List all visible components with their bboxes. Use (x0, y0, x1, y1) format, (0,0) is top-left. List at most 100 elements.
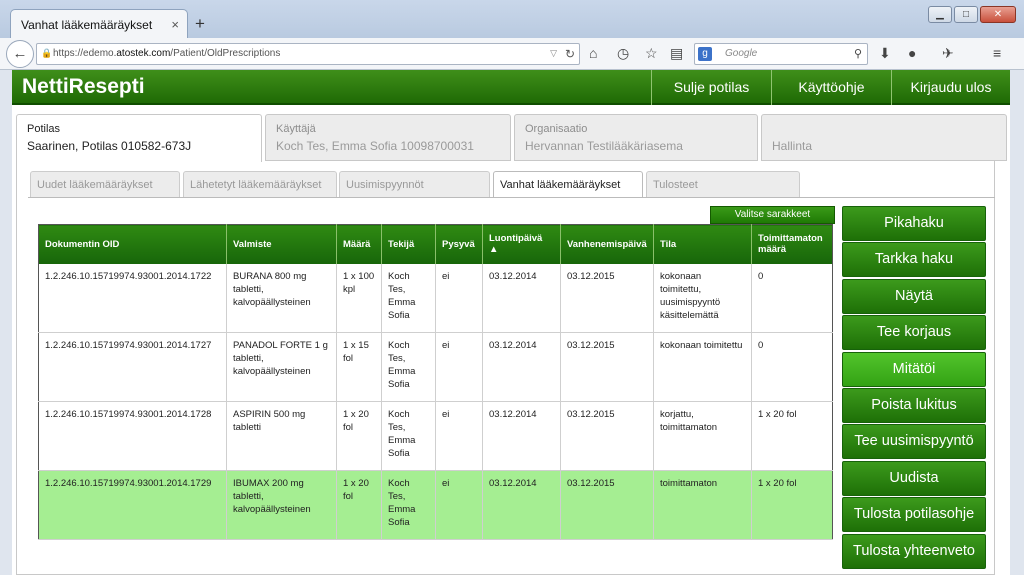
cell-amount: 1 x 100 kpl (336, 263, 382, 333)
cell-oid: 1.2.246.10.15719974.93001.2014.1722 (38, 263, 227, 333)
table-row[interactable]: 1.2.246.10.15719974.93001.2014.1722 BURA… (38, 263, 833, 333)
user-guide-button[interactable]: Käyttöohje (771, 70, 891, 105)
info-tab-label: Käyttäjä (276, 123, 316, 135)
maximize-icon[interactable]: □ (954, 6, 978, 23)
column-header[interactable]: Tekijä (381, 224, 436, 264)
cell-expires: 03.12.2015 (560, 470, 654, 540)
app-header: NettiResepti Sulje potilas Käyttöohje Ki… (12, 70, 1010, 105)
table-row[interactable]: 1.2.246.10.15719974.93001.2014.1727 PANA… (38, 332, 833, 402)
cell-author: Koch Tes, Emma Sofia (381, 263, 436, 333)
make-correction-button[interactable]: Tee korjaus (842, 315, 986, 351)
google-icon[interactable]: g (698, 47, 712, 61)
info-tab-admin[interactable]: Hallinta (761, 114, 1007, 161)
info-tab-label: Potilas (27, 123, 61, 135)
column-header[interactable]: Luontipäivä ▲ (482, 224, 561, 264)
logout-button[interactable]: Kirjaudu ulos (891, 70, 1010, 105)
back-arrow-icon[interactable]: ← (6, 40, 34, 68)
menu-icon[interactable]: ≡ (993, 45, 1001, 61)
info-tab-value: Koch Tes, Emma Sofia 10098700031 (276, 139, 474, 153)
reading-list-icon[interactable]: ▤ (670, 45, 683, 62)
show-button[interactable]: Näytä (842, 278, 986, 314)
browser-titlebar: Vanhat lääkemääräykset × + ▁ □ ✕ (0, 0, 1024, 39)
bookmark-star-icon[interactable]: ☆ (645, 45, 658, 62)
cell-undelivered: 0 (751, 332, 833, 402)
column-header[interactable]: Pysyvä (435, 224, 483, 264)
renewal-request-button[interactable]: Tee uusimispyyntö (842, 424, 986, 460)
cell-author: Koch Tes, Emma Sofia (381, 401, 436, 471)
minimize-icon[interactable]: ▁ (928, 6, 952, 23)
info-tab-value: Hallinta (772, 139, 813, 153)
url-path: /Patient/OldPrescriptions (170, 48, 281, 59)
url-bar[interactable]: 🔒 https://edemo.atostek.com/Patient/OldP… (36, 43, 580, 65)
info-tab-patient[interactable]: Potilas Saarinen, Potilas 010582-673J (16, 114, 262, 162)
info-tab-value: Saarinen, Potilas 010582-673J (27, 139, 192, 153)
column-header[interactable]: Valmiste (226, 224, 337, 264)
download-icon[interactable]: ⬇ (879, 45, 891, 62)
browser-tab-title: Vanhat lääkemääräykset (21, 18, 153, 32)
column-header[interactable]: Dokumentin OID (38, 224, 227, 264)
column-header[interactable]: Vanhenemispäivä (560, 224, 654, 264)
cell-permanent: ei (435, 470, 483, 540)
advanced-search-button[interactable]: Tarkka haku (842, 242, 986, 278)
subtab-old-prescriptions[interactable]: Vanhat lääkemääräykset (493, 171, 643, 198)
adblock-icon[interactable]: ● (908, 45, 916, 61)
renew-button[interactable]: Uudista (842, 460, 986, 496)
info-tab-user[interactable]: Käyttäjä Koch Tes, Emma Sofia 1009870003… (265, 114, 511, 161)
history-icon[interactable]: ◷ (617, 45, 629, 62)
cell-status: toimittamaton (653, 470, 752, 540)
home-icon[interactable]: ⌂ (589, 45, 597, 61)
lock-icon: 🔒 (41, 48, 53, 58)
table-row[interactable]: 1.2.246.10.15719974.93001.2014.1728 ASPI… (38, 401, 833, 471)
print-patient-instructions-button[interactable]: Tulosta potilasohje (842, 497, 986, 533)
subtab-new-prescriptions[interactable]: Uudet lääkemääräykset (30, 171, 180, 197)
table-row-selected[interactable]: 1.2.246.10.15719974.93001.2014.1729 IBUM… (38, 470, 833, 540)
cell-product: ASPIRIN 500 mg tabletti (226, 401, 337, 471)
subtab-printouts[interactable]: Tulosteet (646, 171, 800, 197)
select-columns-button[interactable]: Valitse sarakkeet (710, 206, 835, 224)
cell-oid: 1.2.246.10.15719974.93001.2014.1729 (38, 470, 227, 540)
cell-expires: 03.12.2015 (560, 401, 654, 471)
cell-status: kokonaan toimitettu, uusimispyyntö käsit… (653, 263, 752, 333)
cell-amount: 1 x 20 fol (336, 401, 382, 471)
action-buttons: Pikahaku Tarkka haku Näytä Tee korjaus M… (842, 206, 986, 570)
cell-status: kokonaan toimitettu (653, 332, 752, 402)
cell-undelivered: 0 (751, 263, 833, 333)
cell-created: 03.12.2014 (482, 401, 561, 471)
info-tab-label: Organisaatio (525, 123, 588, 135)
subtab-sent-prescriptions[interactable]: Lähetetyt lääkemääräykset (183, 171, 337, 197)
prescription-table: Dokumentin OID Valmiste Määrä Tekijä Pys… (38, 224, 833, 540)
column-header[interactable]: Toimittamaton määrä (751, 224, 833, 264)
close-window-icon[interactable]: ✕ (980, 6, 1016, 23)
tab-close-icon[interactable]: × (171, 17, 179, 32)
subtab-renewal-requests[interactable]: Uusimispyynnöt (339, 171, 490, 197)
print-summary-button[interactable]: Tulosta yhteenveto (842, 533, 986, 569)
table-header-row: Dokumentin OID Valmiste Määrä Tekijä Pys… (38, 224, 833, 264)
cell-status: korjattu, toimittamaton (653, 401, 752, 471)
browser-tab[interactable]: Vanhat lääkemääräykset × (10, 9, 188, 39)
browser-navbar: ← 🔒 https://edemo.atostek.com/Patient/Ol… (0, 38, 1024, 70)
new-tab-button[interactable]: + (195, 14, 205, 34)
extension-icon[interactable]: ✈ (942, 45, 954, 62)
remove-lock-button[interactable]: Poista lukitus (842, 387, 986, 423)
search-bar[interactable]: g Google ⚲ (694, 43, 868, 65)
cell-permanent: ei (435, 332, 483, 402)
column-header[interactable]: Määrä (336, 224, 382, 264)
info-tab-organization[interactable]: Organisaatio Hervannan Testilääkäriasema (514, 114, 758, 161)
close-patient-button[interactable]: Sulje potilas (651, 70, 771, 105)
search-icon[interactable]: ⚲ (854, 47, 862, 60)
column-header[interactable]: Tila (653, 224, 752, 264)
cell-expires: 03.12.2015 (560, 263, 654, 333)
app-title: NettiResepti (22, 75, 145, 98)
cell-undelivered: 1 x 20 fol (751, 470, 833, 540)
invalidate-button[interactable]: Mitätöi (842, 351, 986, 387)
url-dropdown-icon[interactable]: ▽ (550, 48, 557, 59)
cell-created: 03.12.2014 (482, 470, 561, 540)
cell-permanent: ei (435, 401, 483, 471)
info-tab-label (772, 123, 996, 135)
reload-icon[interactable]: ↻ (565, 47, 575, 61)
cell-product: IBUMAX 200 mg tabletti, kalvopäällystein… (226, 470, 337, 540)
cell-expires: 03.12.2015 (560, 332, 654, 402)
cell-product: PANADOL FORTE 1 g tabletti, kalvopäällys… (226, 332, 337, 402)
cell-amount: 1 x 15 fol (336, 332, 382, 402)
quick-search-button[interactable]: Pikahaku (842, 206, 986, 241)
